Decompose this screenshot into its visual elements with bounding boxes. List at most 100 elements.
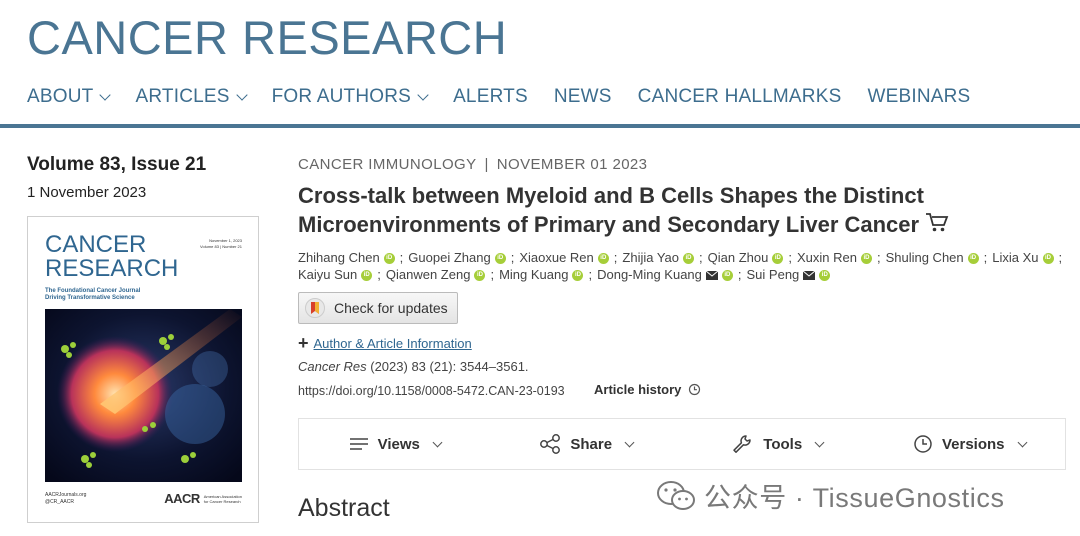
cover-subtitle-line1: The Foundational Cancer Journal (45, 288, 141, 294)
orcid-icon[interactable]: iD (383, 252, 395, 264)
author-separator: ; (588, 266, 593, 282)
nav-alerts-label: ALERTS (453, 86, 528, 107)
cover-subtitle: The Foundational Cancer Journal Driving … (45, 288, 140, 302)
author-name[interactable]: Xiaoxue Ren (519, 250, 593, 265)
cover-artwork (45, 309, 242, 482)
issue-cover[interactable]: CANCER RESEARCH November 1, 2023 Volume … (27, 216, 259, 523)
author-name[interactable]: Guopei Zhang (408, 250, 490, 265)
orcid-icon[interactable]: iD (361, 269, 373, 281)
author-name[interactable]: Kaiyu Sun (298, 267, 357, 282)
views-label: Views (377, 435, 420, 453)
versions-dropdown[interactable]: Versions (874, 434, 1066, 454)
cover-footer-line1: AACRJournals.org (45, 492, 87, 498)
nav-articles[interactable]: ARTICLES (135, 86, 248, 108)
chevron-down-icon (99, 89, 112, 101)
chevron-down-icon (235, 89, 248, 101)
author-list: Zhihang Chen iD; Guopei Zhang iD; Xiaoxue Re… (298, 249, 1068, 283)
author-separator: ; (490, 266, 495, 282)
nav-about[interactable]: ABOUT (27, 86, 112, 108)
article-section[interactable]: CANCER IMMUNOLOGY (298, 156, 476, 173)
article-history-button[interactable]: Article history (594, 382, 701, 397)
author-separator: ; (876, 249, 881, 265)
cover-title-line1: CANCER (45, 231, 147, 258)
tools-dropdown[interactable]: Tools (682, 434, 874, 454)
orcid-icon[interactable]: iD (967, 252, 979, 264)
orcid-icon[interactable]: iD (494, 252, 506, 264)
nav-cancer-hallmarks-label: CANCER HALLMARKS (637, 86, 842, 107)
orcid-icon[interactable]: iD (819, 269, 831, 281)
author-separator: ; (510, 249, 515, 265)
chevron-down-icon (1017, 437, 1027, 447)
orcid-icon[interactable]: iD (572, 269, 584, 281)
nav-cancer-hallmarks[interactable]: CANCER HALLMARKS (638, 86, 842, 108)
history-icon (689, 383, 701, 396)
author-separator: ; (1058, 249, 1063, 265)
kicker-separator: | (484, 156, 489, 173)
author-info-link[interactable]: Author & Article Information (314, 336, 472, 351)
issue-volume[interactable]: Volume 83, Issue 21 (27, 154, 267, 176)
citation-journal: Cancer Res (298, 359, 367, 374)
doi-link[interactable]: https://doi.org/10.1158/0008-5472.CAN-23… (298, 384, 565, 398)
orcid-icon[interactable]: iD (721, 269, 733, 281)
article-date: NOVEMBER 01 2023 (496, 156, 648, 173)
author-separator: ; (983, 249, 988, 265)
envelope-icon[interactable] (705, 270, 718, 280)
cover-title: CANCER RESEARCH (45, 233, 178, 281)
article-history-label: Article history (594, 382, 682, 397)
author-name[interactable]: Lixia Xu (992, 250, 1038, 265)
views-dropdown[interactable]: Views (299, 436, 491, 453)
cart-icon[interactable] (925, 212, 949, 241)
author-separator: ; (788, 249, 792, 265)
author-name[interactable]: Shuling Chen (886, 250, 964, 265)
cover-publisher: AACR American Association for Cancer Res… (164, 491, 242, 506)
orcid-icon[interactable]: iD (772, 252, 784, 264)
issue-sidebar: Volume 83, Issue 21 1 November 2023 (27, 154, 267, 201)
site-logo[interactable]: CANCER RESEARCH (27, 10, 507, 65)
nav-for-authors[interactable]: FOR AUTHORS (272, 86, 429, 108)
orcid-icon[interactable]: iD (860, 252, 872, 264)
nav-alerts[interactable]: ALERTS (453, 86, 528, 108)
chevron-down-icon (814, 437, 825, 447)
author-separator: ; (613, 249, 618, 265)
author-name[interactable]: Dong-Ming Kuang (597, 267, 702, 282)
citation-details: (2023) 83 (21): 3544–3561. (366, 359, 529, 374)
check-for-updates-label: Check for updates (334, 300, 448, 316)
nav-news[interactable]: NEWS (554, 86, 612, 108)
orcid-icon[interactable]: iD (597, 252, 609, 264)
author-info-toggle[interactable]: + Author & Article Information (298, 334, 472, 352)
article-main: CANCER IMMUNOLOGY | NOVEMBER 01 2023 Cross… (298, 156, 1068, 522)
author-separator: ; (699, 249, 703, 265)
author-name[interactable]: Zhijia Yao (622, 250, 679, 265)
author-name[interactable]: Qian Zhou (708, 250, 769, 265)
article-title-line2: Microenvironments of Primary and Seconda… (298, 212, 920, 237)
nav-news-label: NEWS (553, 86, 612, 107)
nav-webinars[interactable]: WEBINARS (867, 86, 970, 108)
cover-meta-line2: Volume 83 | Number 21 (200, 244, 242, 249)
nav-about-label: ABOUT (27, 86, 94, 107)
aacr-logo: AACR (164, 491, 200, 506)
author-name[interactable]: Qianwen Zeng (386, 267, 471, 282)
orcid-icon[interactable]: iD (1042, 252, 1054, 264)
check-for-updates-button[interactable]: Check for updates (298, 292, 458, 324)
cover-title-line2: RESEARCH (45, 255, 179, 282)
wrench-icon (733, 435, 752, 453)
article-kicker: CANCER IMMUNOLOGY | NOVEMBER 01 2023 (298, 156, 1068, 173)
author-separator: ; (399, 249, 404, 265)
cover-subtitle-line2: Driving Transformative Science (45, 295, 135, 301)
orcid-icon[interactable]: iD (474, 269, 486, 281)
watermark: 公众号 · TissueGnostics (656, 476, 1005, 515)
author-name[interactable]: Ming Kuang (499, 267, 568, 282)
author-name[interactable]: Zhihang Chen (298, 250, 380, 265)
article-title-line1: Cross-talk between Myeloid and B Cells S… (298, 183, 924, 208)
share-label: Share (570, 435, 613, 453)
cover-footer-left: AACRJournals.org @CR_AACR (45, 492, 86, 506)
envelope-icon[interactable] (803, 270, 816, 280)
aacr-text: American Association for Cancer Research (204, 494, 242, 504)
share-dropdown[interactable]: Share (491, 434, 683, 454)
author-name[interactable]: Xuxin Ren (797, 250, 857, 265)
orcid-icon[interactable]: iD (683, 252, 695, 264)
author-separator: ; (737, 266, 742, 282)
cover-footer-line2: @CR_AACR (45, 499, 74, 505)
cover-image: CANCER RESEARCH November 1, 2023 Volume … (42, 231, 244, 508)
author-name[interactable]: Sui Peng (747, 267, 800, 282)
